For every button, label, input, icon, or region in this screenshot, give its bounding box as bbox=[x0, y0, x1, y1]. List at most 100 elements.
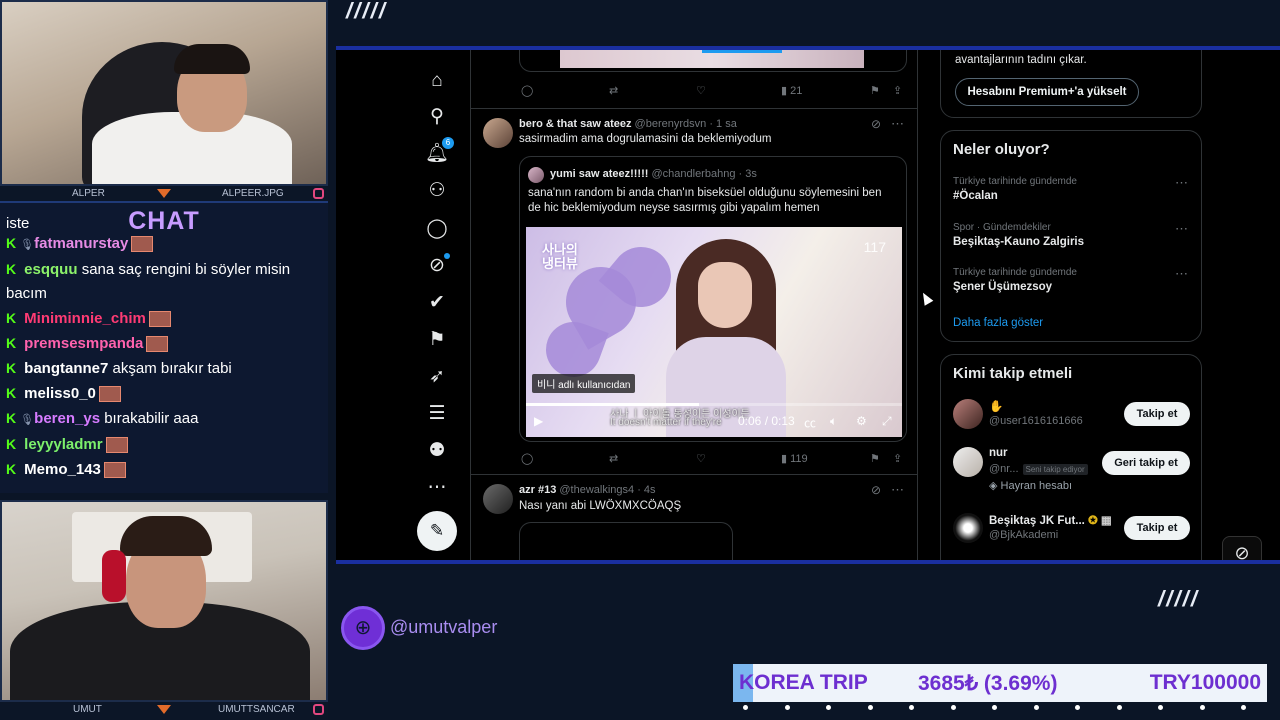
search-icon[interactable]: ⚲ bbox=[424, 104, 450, 130]
verified-badge-icon: ✪ bbox=[1088, 515, 1098, 527]
author-handle[interactable]: @berenyrdsvn bbox=[635, 118, 707, 130]
bookmark-icon[interactable]: ⚑ bbox=[870, 84, 880, 97]
chat-username[interactable]: meliss0_0 bbox=[24, 385, 96, 402]
trend-name[interactable]: Beşiktaş-Kauno Zalgiris bbox=[953, 236, 1084, 248]
tweet-text: sasirmadim ama dogrulamasini da beklemiy… bbox=[519, 133, 772, 145]
goal-tick bbox=[1033, 705, 1039, 710]
follow-back-button[interactable]: Geri takip et bbox=[1102, 451, 1190, 475]
quote-tweet[interactable]: yumi saw ateez!!!!! @chandlerbahng · 3s … bbox=[519, 156, 907, 442]
home-icon[interactable]: ⌂ bbox=[424, 68, 450, 94]
captions-icon[interactable]: ㏄ bbox=[804, 414, 816, 431]
chat-username[interactable]: esqquu bbox=[24, 261, 77, 278]
grok-icon[interactable]: ⊘ bbox=[424, 253, 450, 279]
more-options-icon[interactable]: ⋯ bbox=[891, 116, 905, 132]
avatar[interactable] bbox=[953, 513, 983, 543]
avatar[interactable] bbox=[483, 118, 513, 148]
follow-handle[interactable]: @BjkAkademi bbox=[989, 529, 1058, 541]
follow-button[interactable]: Takip et bbox=[1124, 516, 1190, 540]
premium-upgrade-button[interactable]: Hesabını Premium+'a yükselt bbox=[955, 78, 1139, 106]
avatar[interactable] bbox=[483, 484, 513, 514]
emote-icon bbox=[105, 437, 128, 454]
chat-username[interactable]: leyyyladmr bbox=[24, 436, 102, 453]
views-count[interactable]: ▮ 119 bbox=[781, 452, 808, 465]
person-face bbox=[698, 262, 752, 328]
like-icon[interactable]: ♡ bbox=[696, 452, 706, 465]
message-icon[interactable]: ◯ bbox=[424, 216, 450, 242]
goal-tick bbox=[1075, 705, 1080, 710]
settings-icon[interactable]: ⚙ bbox=[856, 414, 867, 428]
avatar[interactable] bbox=[953, 447, 983, 477]
trend-more-icon[interactable]: ⋯ bbox=[1175, 175, 1189, 191]
tweet-time[interactable]: · 1 sa bbox=[709, 118, 737, 130]
more-icon[interactable]: ⋯ bbox=[424, 475, 450, 501]
quote-author-handle: @chandlerbahng bbox=[651, 168, 736, 180]
bell-icon[interactable]: 🔔︎ 6 bbox=[424, 137, 454, 167]
share-icon[interactable]: ⇪ bbox=[893, 452, 902, 465]
follow-handle[interactable]: @user1616161666 bbox=[989, 415, 1083, 427]
grok-icon[interactable]: ⊘ bbox=[871, 483, 881, 497]
author-handle[interactable]: @thewalkings4 bbox=[559, 484, 634, 496]
views-count[interactable]: ▮ 21 bbox=[781, 84, 802, 97]
trend-more-icon[interactable]: ⋯ bbox=[1175, 266, 1189, 282]
trend-more-icon[interactable]: ⋯ bbox=[1175, 221, 1189, 237]
follow-name[interactable]: ✋ bbox=[989, 399, 1003, 413]
profile-icon[interactable]: ⚉ bbox=[424, 438, 450, 464]
chat-username[interactable]: beren_ys bbox=[34, 410, 100, 427]
bookmark-icon[interactable]: ⚑ bbox=[424, 327, 450, 353]
views-icon: ▮ bbox=[781, 85, 788, 97]
follow-handle[interactable]: @nr... Seni takip ediyor bbox=[989, 463, 1088, 475]
grok-fab-button[interactable]: ⊘ bbox=[1222, 536, 1262, 560]
kick-badge-icon: K bbox=[6, 360, 17, 376]
retweet-icon[interactable]: ⇄ bbox=[609, 452, 618, 465]
verified-icon[interactable]: ✔ bbox=[424, 290, 450, 316]
show-more-link[interactable]: Daha fazla göster bbox=[953, 317, 1043, 329]
trends-card: Neler oluyor? Türkiye tarihinde gündemde… bbox=[940, 130, 1202, 342]
goal-amount: 3685₺ (3.69%) bbox=[918, 672, 1058, 695]
quote-text-line1: sana'nın random bi anda chan'ın biseksüe… bbox=[528, 187, 882, 199]
chat-username[interactable]: bangtanne7 bbox=[24, 360, 108, 377]
grok-dot bbox=[444, 253, 450, 259]
chat-username[interactable]: Memo_143 bbox=[24, 461, 101, 478]
video-player[interactable]: 사나의 냉터뷰 117 비니 adlı kullanıcıdan 사나 ㅣ 아이돌… bbox=[526, 227, 902, 437]
rocket-icon[interactable]: ➶ bbox=[424, 364, 450, 390]
more-options-icon[interactable]: ⋯ bbox=[891, 482, 905, 498]
kick-badge-icon: K bbox=[6, 410, 17, 426]
follow-name[interactable]: nur bbox=[989, 447, 1008, 459]
like-icon[interactable]: ♡ bbox=[696, 84, 706, 97]
premium-card: avantajlarının tadını çıkar. Hesabını Pr… bbox=[940, 50, 1202, 118]
author-name[interactable]: bero & that saw ateez bbox=[519, 118, 631, 130]
compose-post-button[interactable]: ✎ bbox=[417, 511, 457, 551]
video-time: 0:06 / 0:13 bbox=[738, 414, 795, 428]
chat-username[interactable]: Miniminnie_chim bbox=[24, 310, 146, 327]
list-icon[interactable]: ☰ bbox=[424, 401, 450, 427]
cam-right-name: UMUTTSANCAR bbox=[218, 704, 295, 715]
bookmark-icon[interactable]: ⚑ bbox=[870, 452, 880, 465]
webcam-bottom-label: UMUT UMUTTSANCAR bbox=[0, 702, 328, 720]
reply-icon[interactable]: ◯ bbox=[521, 452, 533, 465]
tweet-text: Nası yanı abi LWÖXMXCÖAQŞ bbox=[519, 500, 682, 512]
author-name[interactable]: azr #13 bbox=[519, 484, 556, 496]
chat-username[interactable]: fatmanurstay bbox=[34, 235, 128, 252]
trend-meta: Spor · Gündemdekiler bbox=[953, 222, 1051, 233]
volume-icon[interactable]: 🔈︎ bbox=[830, 414, 837, 429]
tweet-time[interactable]: · 4s bbox=[637, 484, 655, 496]
share-icon[interactable]: ⇪ bbox=[893, 84, 902, 97]
separator bbox=[471, 474, 917, 475]
avatar[interactable] bbox=[953, 399, 983, 429]
add-person-icon[interactable]: ⚇ bbox=[424, 178, 450, 204]
tweet-media[interactable] bbox=[519, 522, 733, 560]
play-icon[interactable]: ▶ bbox=[534, 414, 543, 428]
goal-tick bbox=[743, 705, 748, 710]
retweet-icon[interactable]: ⇄ bbox=[609, 84, 618, 97]
follow-name[interactable]: Beşiktaş JK Fut... ✪ ▦ bbox=[989, 513, 1112, 527]
fullscreen-icon[interactable]: ⤢ bbox=[882, 414, 892, 429]
flag-icon: ▦ bbox=[1100, 515, 1112, 527]
chat-username[interactable]: premsesmpanda bbox=[24, 335, 143, 352]
trend-name[interactable]: #Öcalan bbox=[953, 190, 998, 202]
follow-button[interactable]: Takip et bbox=[1124, 402, 1190, 426]
chat-message: K 🎙︎ beren_ys bırakabilir aaa bbox=[6, 406, 324, 432]
video-progress-bar[interactable] bbox=[526, 403, 902, 406]
reply-icon[interactable]: ◯ bbox=[521, 84, 533, 97]
trend-name[interactable]: Şener Üşümezsoy bbox=[953, 281, 1052, 293]
grok-icon[interactable]: ⊘ bbox=[871, 117, 881, 131]
